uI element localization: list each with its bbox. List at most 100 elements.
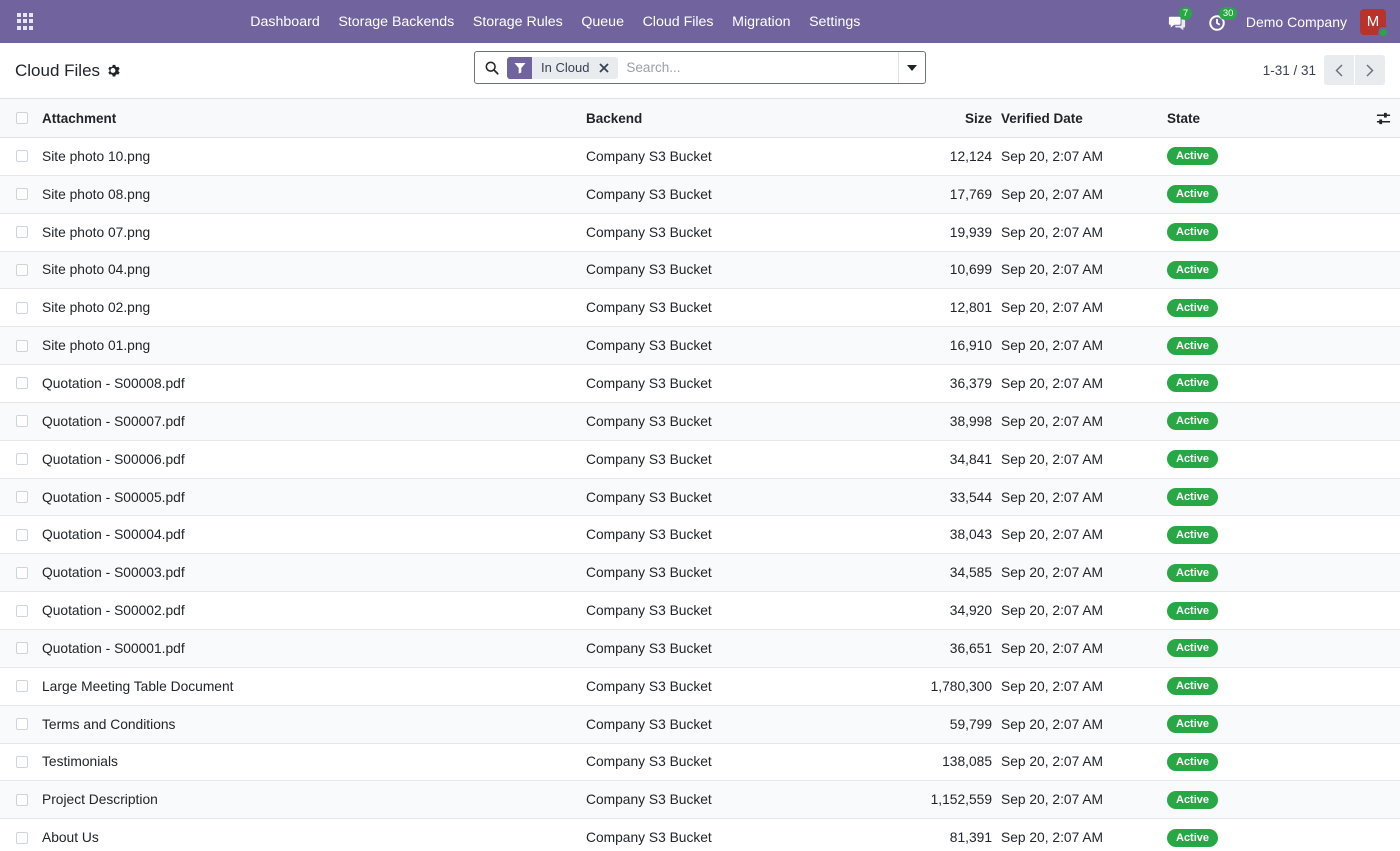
cell-backend: Company S3 Bucket: [586, 754, 712, 770]
cell-attachment: Quotation - S00002.pdf: [42, 603, 185, 619]
column-header-attachment[interactable]: Attachment: [42, 111, 586, 126]
pager-next-button[interactable]: [1355, 55, 1385, 85]
row-checkbox[interactable]: [16, 604, 28, 617]
state-badge: Active: [1167, 298, 1219, 317]
top-navbar: Dashboard Storage Backends Storage Rules…: [0, 0, 1400, 43]
row-checkbox[interactable]: [16, 718, 28, 731]
cell-size: 17,769: [949, 186, 992, 202]
cell-verified-date: Sep 20, 2:07 AM: [1001, 451, 1104, 467]
table-row[interactable]: About Us Company S3 Bucket 81,391 Sep 20, 2…: [0, 819, 1400, 851]
cell-attachment: Site photo 02.png: [42, 300, 151, 316]
table-row[interactable]: Quotation - S00006.pdf Company S3 Bucket 3…: [0, 441, 1400, 479]
menu-item-storage-rules[interactable]: Storage Rules: [464, 14, 573, 30]
cell-verified-date: Sep 20, 2:07 AM: [1001, 640, 1104, 656]
menu-item-settings[interactable]: Settings: [800, 14, 870, 30]
table-row[interactable]: Quotation - S00002.pdf Company S3 Bucket 3…: [0, 592, 1400, 630]
company-switcher[interactable]: Demo Company: [1246, 14, 1347, 30]
table-row[interactable]: Project Description Company S3 Bucket 1,15…: [0, 781, 1400, 820]
pager-value[interactable]: 1-31 / 31: [1263, 63, 1316, 78]
optional-columns-icon[interactable]: [1376, 111, 1391, 126]
row-checkbox[interactable]: [16, 491, 28, 504]
row-checkbox[interactable]: [16, 377, 28, 390]
row-checkbox[interactable]: [16, 339, 28, 352]
search-bar: In Cloud: [474, 51, 926, 84]
cell-size: 36,651: [949, 640, 992, 656]
table-row[interactable]: Testimonials Company S3 Bucket 138,085 Sep …: [0, 744, 1400, 782]
table-header: Attachment Backend Size Verified Date St…: [0, 99, 1400, 138]
column-header-backend[interactable]: Backend: [586, 111, 908, 126]
row-checkbox[interactable]: [16, 528, 28, 541]
cell-size: 38,043: [949, 527, 992, 543]
menu-item-queue[interactable]: Queue: [572, 14, 633, 30]
table-row[interactable]: Site photo 07.png Company S3 Bucket 19,939…: [0, 214, 1400, 252]
table-row[interactable]: Quotation - S00001.pdf Company S3 Bucket 3…: [0, 629, 1400, 668]
table-row[interactable]: Quotation - S00008.pdf Company S3 Bucket 3…: [0, 365, 1400, 403]
row-checkbox[interactable]: [16, 793, 28, 806]
row-checkbox[interactable]: [16, 150, 28, 163]
chevron-left-icon: [1335, 63, 1343, 77]
table-row[interactable]: Terms and Conditions Company S3 Bucket 59,…: [0, 705, 1400, 744]
row-checkbox[interactable]: [16, 642, 28, 655]
cell-backend: Company S3 Bucket: [586, 375, 712, 391]
apps-grid-icon[interactable]: [17, 12, 35, 31]
row-checkbox[interactable]: [16, 566, 28, 579]
close-icon: [599, 62, 610, 73]
table-row[interactable]: Site photo 04.png Company S3 Bucket 10,699…: [0, 251, 1400, 290]
user-avatar[interactable]: M: [1360, 8, 1389, 38]
table-row[interactable]: Site photo 02.png Company S3 Bucket 12,801…: [0, 289, 1400, 328]
cell-attachment: Site photo 07.png: [42, 224, 151, 240]
state-badge: Active: [1167, 525, 1219, 544]
column-header-size[interactable]: Size: [908, 111, 992, 126]
cell-backend: Company S3 Bucket: [586, 792, 712, 808]
cell-attachment: Terms and Conditions: [42, 716, 176, 732]
column-header-verified-date[interactable]: Verified Date: [992, 111, 1167, 126]
row-checkbox[interactable]: [16, 188, 28, 201]
row-checkbox[interactable]: [16, 301, 28, 314]
table-row[interactable]: Quotation - S00007.pdf Company S3 Bucket 3…: [0, 402, 1400, 441]
row-checkbox[interactable]: [16, 453, 28, 466]
activities-systray[interactable]: 30: [1208, 6, 1238, 32]
table-row[interactable]: Quotation - S00003.pdf Company S3 Bucket 3…: [0, 554, 1400, 593]
row-checkbox[interactable]: [16, 831, 28, 844]
search-options-toggle[interactable]: [898, 52, 925, 83]
row-checkbox[interactable]: [16, 226, 28, 239]
column-header-state[interactable]: State: [1167, 111, 1400, 126]
menu-item-dashboard[interactable]: Dashboard: [241, 14, 329, 30]
search-icon[interactable]: [485, 61, 499, 75]
cell-verified-date: Sep 20, 2:07 AM: [1001, 224, 1104, 240]
facet-remove-button[interactable]: [594, 56, 619, 79]
cell-attachment: Quotation - S00003.pdf: [42, 565, 185, 581]
state-badge: Active: [1167, 336, 1219, 355]
cell-verified-date: Sep 20, 2:07 AM: [1001, 754, 1104, 770]
table-row[interactable]: Quotation - S00004.pdf Company S3 Bucket 3…: [0, 516, 1400, 555]
cell-verified-date: Sep 20, 2:07 AM: [1001, 678, 1104, 694]
row-checkbox[interactable]: [16, 415, 28, 428]
cell-size: 36,379: [949, 375, 992, 391]
menu-item-migration[interactable]: Migration: [723, 14, 800, 30]
cell-attachment: Site photo 01.png: [42, 338, 151, 354]
pager-previous-button[interactable]: [1324, 55, 1354, 85]
menu-item-cloud-files[interactable]: Cloud Files: [633, 14, 723, 30]
messages-systray[interactable]: 7: [1168, 6, 1193, 32]
row-checkbox[interactable]: [16, 755, 28, 768]
cell-verified-date: Sep 20, 2:07 AM: [1001, 716, 1104, 732]
cell-backend: Company S3 Bucket: [586, 603, 712, 619]
cell-size: 34,841: [949, 451, 992, 467]
table-row[interactable]: Site photo 01.png Company S3 Bucket 16,910…: [0, 327, 1400, 366]
row-checkbox[interactable]: [16, 680, 28, 693]
table-row[interactable]: Site photo 10.png Company S3 Bucket 12,124…: [0, 138, 1400, 176]
table-row[interactable]: Quotation - S00005.pdf Company S3 Bucket 3…: [0, 478, 1400, 517]
state-badge: Active: [1167, 147, 1219, 166]
cell-size: 59,799: [949, 716, 992, 732]
cell-attachment: Quotation - S00004.pdf: [42, 527, 185, 543]
table-row[interactable]: Site photo 08.png Company S3 Bucket 17,769…: [0, 175, 1400, 214]
gear-icon[interactable]: [107, 64, 121, 78]
search-input[interactable]: [618, 52, 898, 83]
cell-size: 81,391: [949, 830, 992, 846]
table-row[interactable]: Large Meeting Table Document Company S3 B…: [0, 668, 1400, 706]
select-all-checkbox[interactable]: [16, 112, 28, 124]
state-badge: Active: [1167, 677, 1219, 696]
row-checkbox[interactable]: [16, 263, 28, 276]
menu-item-storage-backends[interactable]: Storage Backends: [329, 14, 464, 30]
cell-size: 34,585: [949, 565, 992, 581]
